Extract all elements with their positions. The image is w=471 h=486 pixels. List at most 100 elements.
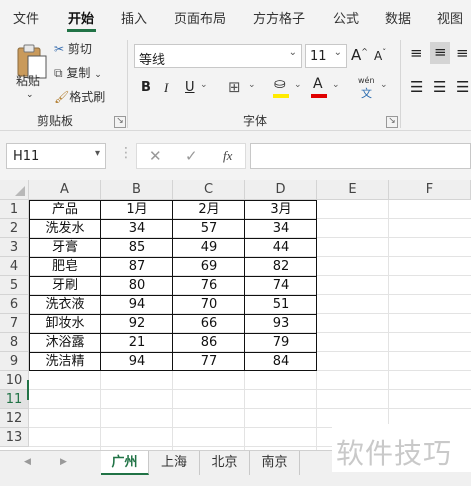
- align-left-icon[interactable]: ☰: [410, 78, 423, 96]
- fill-dropdown-icon[interactable]: ⌄: [294, 80, 302, 90]
- sheet-tab-beijing[interactable]: 北京: [200, 451, 250, 475]
- row-header[interactable]: 4: [0, 257, 29, 276]
- name-box[interactable]: H11 ▾: [6, 143, 106, 169]
- table-cell[interactable]: 57: [173, 220, 245, 238]
- row-header[interactable]: 3: [0, 238, 29, 257]
- row-header[interactable]: 6: [0, 295, 29, 314]
- chevron-down-icon[interactable]: ⌄: [334, 47, 342, 58]
- enter-icon[interactable]: ✓: [185, 147, 198, 165]
- tab-view[interactable]: 视图: [437, 8, 463, 27]
- table-cell[interactable]: 94: [101, 353, 173, 371]
- copy-dropdown-icon[interactable]: ⌄: [94, 70, 102, 80]
- column-header-f[interactable]: F: [389, 180, 471, 200]
- table-header-cell[interactable]: 3月: [245, 201, 317, 219]
- row-header[interactable]: 2: [0, 219, 29, 238]
- table-cell[interactable]: 21: [101, 334, 173, 352]
- font-size-box[interactable]: 11 ⌄: [305, 44, 347, 68]
- cancel-icon[interactable]: ✕: [149, 147, 162, 165]
- font-color-dropdown-icon[interactable]: ⌄: [332, 80, 340, 90]
- sheet-tab-guangzhou[interactable]: 广州: [101, 451, 149, 475]
- row-header[interactable]: 9: [0, 352, 29, 371]
- row-header[interactable]: 7: [0, 314, 29, 333]
- border-dropdown-icon[interactable]: ⌄: [248, 80, 256, 90]
- table-cell[interactable]: 87: [101, 258, 173, 276]
- column-header-d[interactable]: D: [245, 180, 317, 200]
- table-cell[interactable]: 洗衣液: [29, 296, 101, 314]
- row-header[interactable]: 8: [0, 333, 29, 352]
- table-cell[interactable]: 66: [173, 315, 245, 333]
- table-cell[interactable]: 洗洁精: [29, 353, 101, 371]
- paste-button[interactable]: 粘贴 ⌄: [8, 38, 48, 108]
- align-bottom-icon[interactable]: ≡: [456, 44, 469, 62]
- column-header-c[interactable]: C: [173, 180, 245, 200]
- column-header-b[interactable]: B: [101, 180, 173, 200]
- table-cell[interactable]: 85: [101, 239, 173, 257]
- table-cell[interactable]: 79: [245, 334, 317, 352]
- underline-dropdown-icon[interactable]: ⌄: [200, 80, 208, 90]
- row-header[interactable]: 5: [0, 276, 29, 295]
- table-cell[interactable]: 76: [173, 277, 245, 295]
- font-name-box[interactable]: 等线 ⌄: [134, 44, 302, 68]
- table-header-cell[interactable]: 2月: [173, 201, 245, 219]
- table-header-cell[interactable]: 产品: [29, 201, 101, 219]
- table-cell[interactable]: 74: [245, 277, 317, 295]
- insert-function-button[interactable]: fx: [223, 148, 232, 164]
- grow-font-button[interactable]: A^: [351, 46, 368, 64]
- sheet-tab-shanghai[interactable]: 上海: [149, 451, 200, 475]
- table-cell[interactable]: 80: [101, 277, 173, 295]
- table-cell[interactable]: 86: [173, 334, 245, 352]
- row-header[interactable]: 1: [0, 200, 29, 219]
- bold-button[interactable]: B: [141, 80, 151, 95]
- tab-data[interactable]: 数据: [385, 8, 411, 27]
- column-header-e[interactable]: E: [317, 180, 389, 200]
- tab-formulas[interactable]: 公式: [333, 8, 359, 27]
- table-cell[interactable]: 肥皂: [29, 258, 101, 276]
- underline-button[interactable]: U: [185, 80, 195, 95]
- table-cell[interactable]: 92: [101, 315, 173, 333]
- phonetic-dropdown-icon[interactable]: ⌄: [380, 80, 388, 90]
- tab-file[interactable]: 文件: [13, 8, 39, 27]
- table-cell[interactable]: 70: [173, 296, 245, 314]
- shrink-font-button[interactable]: Aˇ: [374, 48, 386, 63]
- table-cell[interactable]: 94: [101, 296, 173, 314]
- font-launcher-icon[interactable]: ↘: [386, 116, 398, 128]
- table-cell[interactable]: 沐浴露: [29, 334, 101, 352]
- font-color-button[interactable]: A: [313, 76, 323, 92]
- border-icon[interactable]: ⊞: [228, 78, 241, 96]
- paste-dropdown-icon[interactable]: ⌄: [26, 90, 34, 100]
- tab-home[interactable]: 开始: [68, 8, 94, 27]
- phonetic-guide-button[interactable]: wén 文: [356, 74, 380, 100]
- table-cell[interactable]: 牙刷: [29, 277, 101, 295]
- table-cell[interactable]: 82: [245, 258, 317, 276]
- row-header[interactable]: 13: [0, 428, 29, 447]
- table-cell[interactable]: 51: [245, 296, 317, 314]
- chevron-down-icon[interactable]: ⌄: [289, 47, 297, 58]
- italic-button[interactable]: I: [164, 80, 168, 96]
- align-right-icon[interactable]: ☰: [456, 78, 469, 96]
- table-cell[interactable]: 93: [245, 315, 317, 333]
- column-header-a[interactable]: A: [29, 180, 101, 200]
- sheet-tab-nanjing[interactable]: 南京: [250, 451, 300, 475]
- fill-color-icon[interactable]: ⛀: [274, 76, 286, 92]
- table-cell[interactable]: 34: [101, 220, 173, 238]
- chevron-down-icon[interactable]: ▾: [95, 148, 100, 159]
- table-cell[interactable]: 69: [173, 258, 245, 276]
- align-top-icon[interactable]: ≡: [410, 44, 423, 62]
- table-cell[interactable]: 77: [173, 353, 245, 371]
- tab-insert[interactable]: 插入: [121, 8, 147, 27]
- scroll-left-icon[interactable]: ◀: [24, 457, 31, 467]
- table-cell[interactable]: 卸妆水: [29, 315, 101, 333]
- copy-button[interactable]: ⧉ 复制 ⌄: [54, 64, 102, 81]
- row-header[interactable]: 12: [0, 409, 29, 428]
- scroll-right-icon[interactable]: ▶: [60, 457, 67, 467]
- tab-fangfang-gezi[interactable]: 方方格子: [253, 8, 305, 27]
- table-cell[interactable]: 34: [245, 220, 317, 238]
- cut-button[interactable]: ✂ 剪切: [54, 40, 92, 57]
- table-cell[interactable]: 洗发水: [29, 220, 101, 238]
- table-cell[interactable]: 牙膏: [29, 239, 101, 257]
- table-cell[interactable]: 44: [245, 239, 317, 257]
- align-middle-button[interactable]: ≡: [430, 42, 450, 64]
- table-cell[interactable]: 49: [173, 239, 245, 257]
- formula-input[interactable]: [250, 143, 471, 169]
- format-painter-button[interactable]: 🖌格式刷: [54, 88, 105, 105]
